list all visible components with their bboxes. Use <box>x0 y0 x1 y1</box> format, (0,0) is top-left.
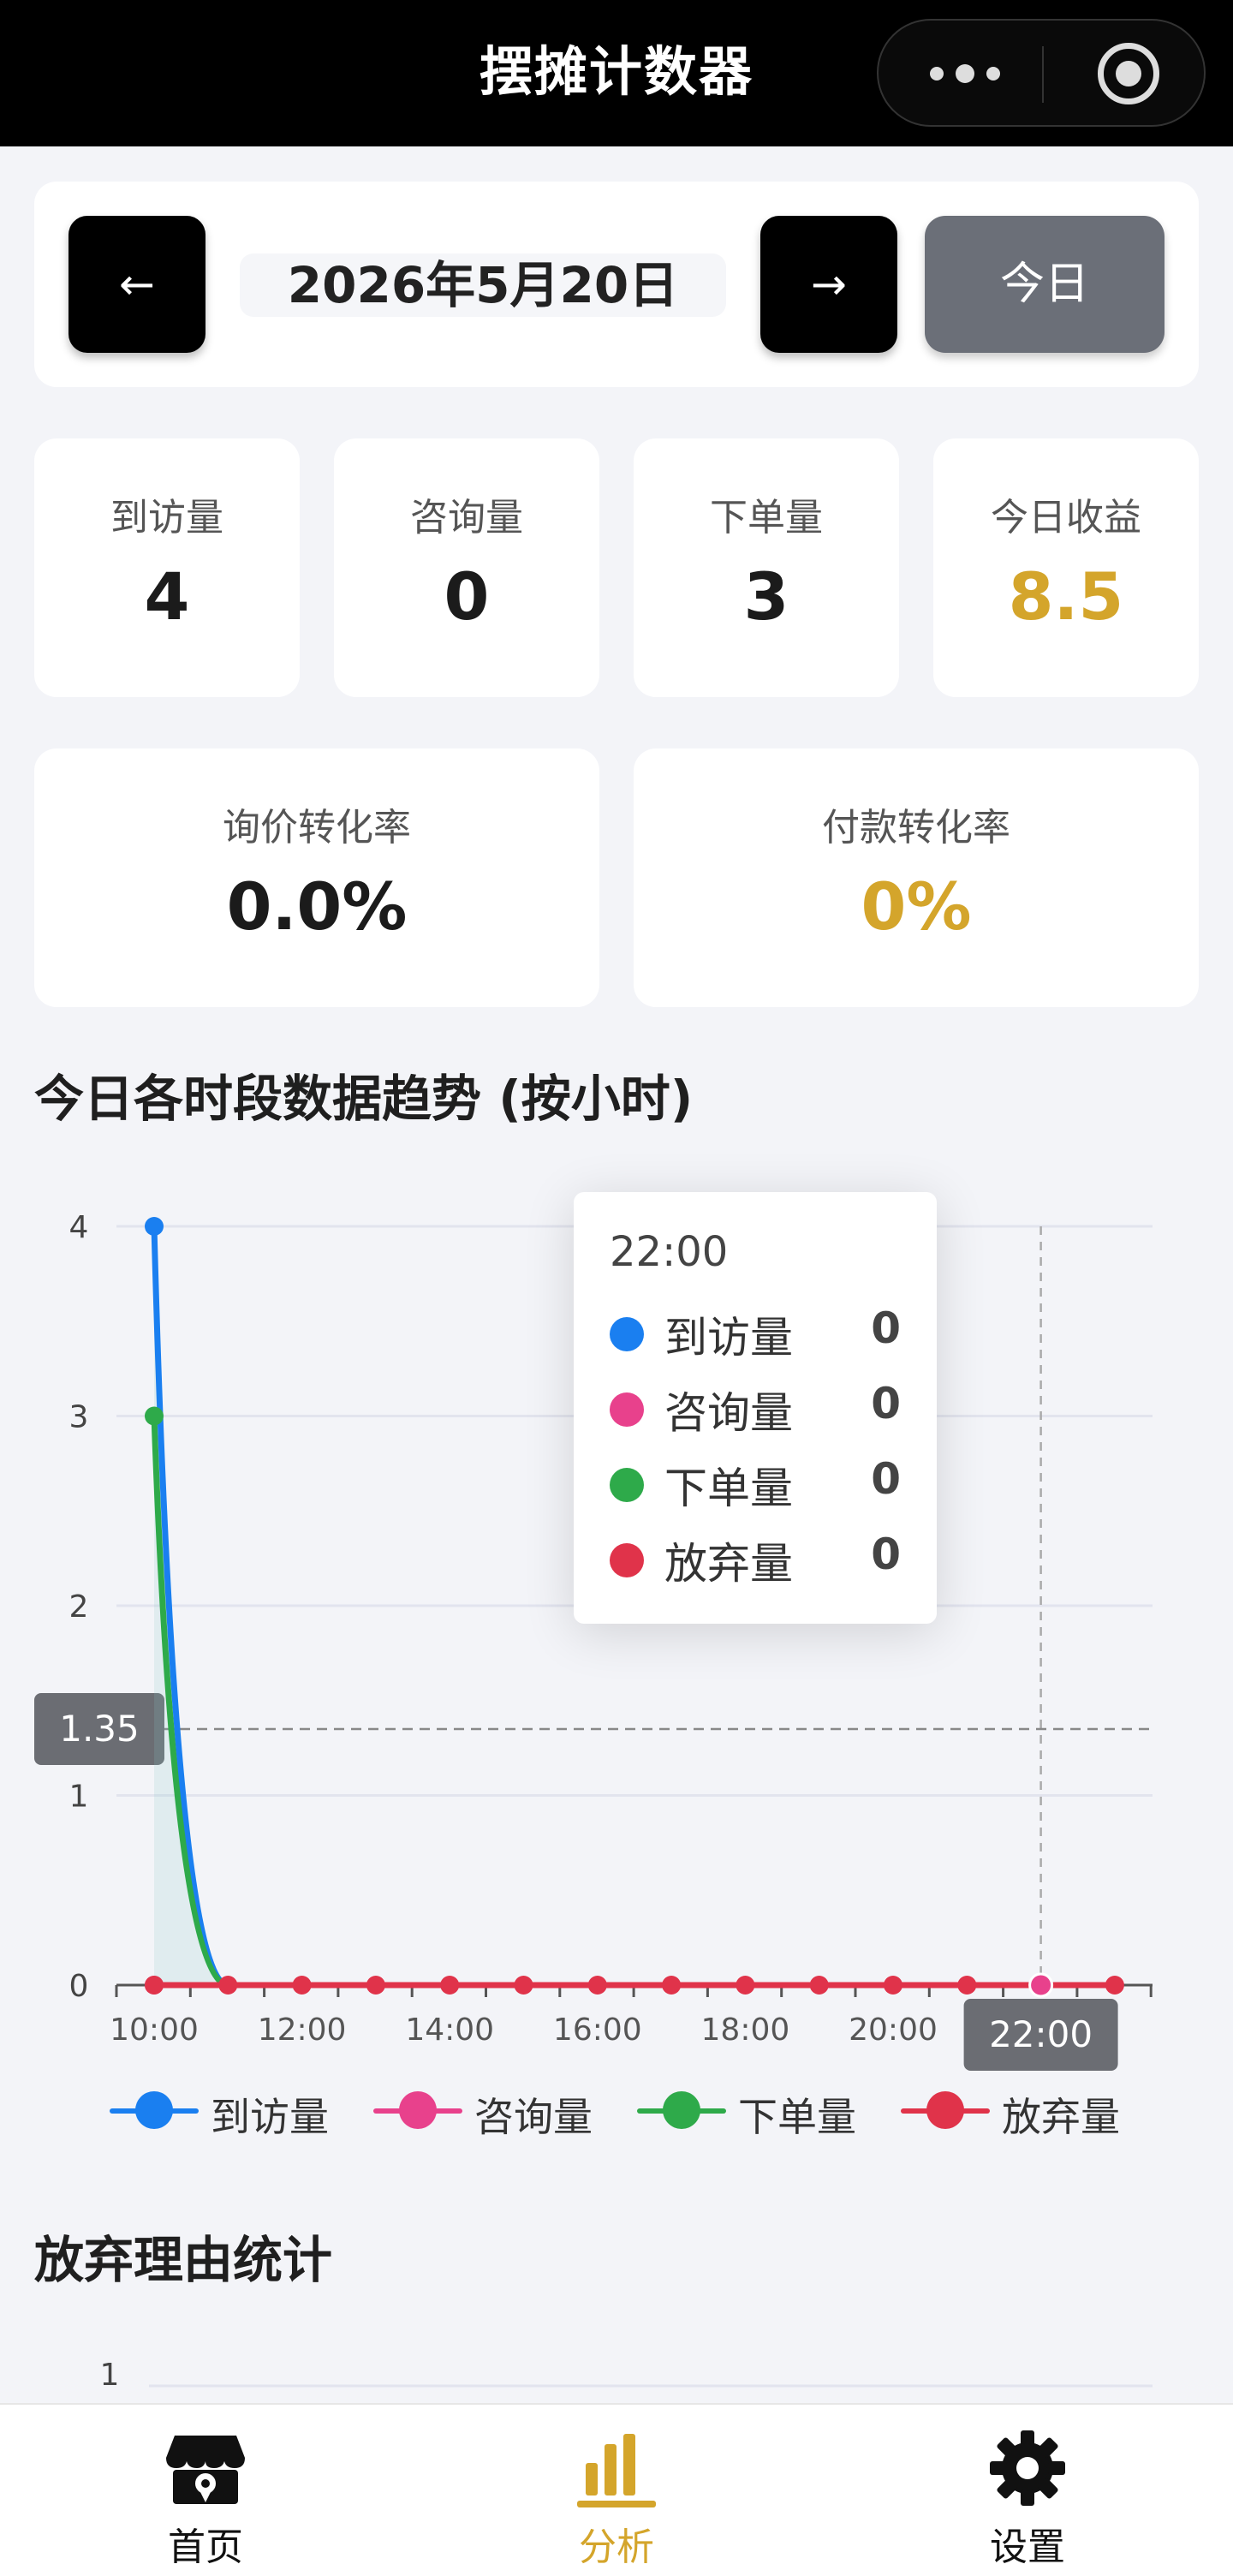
legend-label: 放弃量 <box>1002 2094 1120 2140</box>
stat-label: 咨询量 <box>410 496 523 540</box>
x-tick-label: 20:00 <box>849 2012 938 2048</box>
x-tick-label: 16:00 <box>553 2012 642 2048</box>
stat-value: 4 <box>144 558 190 635</box>
capsule-divider <box>1042 46 1044 103</box>
trend-section-title: 今日各时段数据趋势 (按小时) <box>34 1070 694 1128</box>
tooltip-series-name: 下单量 <box>664 1464 793 1513</box>
tooltip-row: 下单量 0 <box>610 1451 901 1513</box>
prev-day-button[interactable]: ← <box>68 216 206 353</box>
bottom-tab-bar: 首页 分析 设置 <box>0 2403 1233 2576</box>
data-point <box>1105 1976 1124 1995</box>
series-dot-icon <box>610 1468 644 1502</box>
stat-label: 今日收益 <box>991 496 1141 540</box>
gear-icon <box>990 2430 1065 2506</box>
tooltip-series-value: 0 <box>871 1303 901 1353</box>
y-tick-label: 1 <box>69 1780 89 1815</box>
more-icon[interactable] <box>930 60 1000 87</box>
stat-card-visits: 到访量 4 <box>34 438 300 697</box>
abandon-reasons-chart: 1 <box>100 2358 1153 2393</box>
data-point <box>366 1976 385 1995</box>
rate-label: 付款转化率 <box>822 806 1010 850</box>
data-point <box>145 1217 164 1236</box>
tab-settings[interactable]: 设置 <box>916 2405 1139 2576</box>
x-tick-label: 12:00 <box>258 2012 347 2048</box>
stat-value: 0 <box>444 558 490 635</box>
crosshair-x-label: 22:00 <box>989 2013 1093 2055</box>
bar-chart-icon <box>577 2434 656 2507</box>
tooltip-series-name: 放弃量 <box>664 1539 793 1589</box>
top-navigation-bar: 摆摊计数器 <box>0 0 1233 146</box>
highlight-point <box>1028 1972 1054 1998</box>
stat-value: 8.5 <box>1008 558 1124 635</box>
x-tick-label: 14:00 <box>405 2012 494 2048</box>
y-tick-label: 4 <box>69 1210 89 1245</box>
rate-label: 询价转化率 <box>223 806 411 850</box>
y-tick-label: 1 <box>100 2358 120 2393</box>
series-dot-icon <box>610 1317 644 1351</box>
tooltip-series-value: 0 <box>871 1454 901 1504</box>
legend-dot-icon <box>926 2091 964 2129</box>
stat-card-inquiries: 咨询量 0 <box>334 438 599 697</box>
tab-analysis[interactable]: 分析 <box>505 2405 728 2576</box>
data-point <box>587 1976 607 1995</box>
data-point <box>145 1406 164 1426</box>
tooltip-row: 咨询量 0 <box>610 1375 901 1438</box>
data-point <box>884 1976 902 1995</box>
data-point <box>662 1976 682 1995</box>
mini-program-capsule <box>877 19 1206 127</box>
data-point <box>292 1976 312 1995</box>
rate-card-inquiry-conversion: 询价转化率 0.0% <box>34 748 599 1007</box>
crosshair-y-label: 1.35 <box>59 1708 140 1750</box>
data-point <box>145 1976 164 1995</box>
legend-label: 咨询量 <box>474 2094 593 2140</box>
stat-card-orders: 下单量 3 <box>634 438 899 697</box>
x-tick-label: 10:00 <box>110 2012 199 2048</box>
x-tick-label: 18:00 <box>701 2012 790 2048</box>
chart-tooltip: 22:00 到访量 0 咨询量 0 下单量 0 放弃量 0 <box>574 1192 937 1624</box>
tooltip-row: 放弃量 0 <box>610 1526 901 1589</box>
data-point <box>514 1976 533 1995</box>
rate-value: 0.0% <box>226 868 408 945</box>
tooltip-series-name: 到访量 <box>664 1313 793 1363</box>
current-date[interactable]: 2026年5月20日 <box>240 253 726 317</box>
date-navigation-card: ← 2026年5月20日 → 今日 <box>34 182 1199 387</box>
stat-value: 3 <box>743 558 789 635</box>
abandon-section-title: 放弃理由统计 <box>34 2231 333 2289</box>
rate-card-payment-conversion: 付款转化率 0% <box>634 748 1199 1007</box>
series-dot-icon <box>610 1392 644 1427</box>
series-dot-icon <box>610 1543 644 1577</box>
y-tick-label: 2 <box>69 1589 89 1625</box>
target-icon[interactable] <box>1098 43 1159 104</box>
data-point <box>957 1976 977 1995</box>
y-tick-label: 3 <box>69 1400 89 1435</box>
legend-label: 下单量 <box>738 2094 856 2140</box>
tab-label: 分析 <box>579 2525 654 2569</box>
next-day-button[interactable]: → <box>760 216 897 353</box>
data-point <box>218 1976 238 1995</box>
data-point <box>440 1976 460 1995</box>
legend-label: 到访量 <box>211 2094 329 2140</box>
tooltip-series-value: 0 <box>871 1379 901 1428</box>
tab-label: 设置 <box>990 2525 1065 2569</box>
tab-home[interactable]: 首页 <box>94 2405 317 2576</box>
tooltip-row: 到访量 0 <box>610 1300 901 1363</box>
rate-value: 0% <box>861 868 972 945</box>
legend-dot-icon <box>399 2091 437 2129</box>
tooltip-series-value: 0 <box>871 1530 901 1579</box>
tab-label: 首页 <box>168 2525 243 2569</box>
tooltip-time: 22:00 <box>610 1228 729 1276</box>
shop-icon <box>166 2436 245 2504</box>
stat-label: 下单量 <box>710 496 823 540</box>
stat-label: 到访量 <box>110 496 223 540</box>
y-tick-label: 0 <box>69 1969 89 2004</box>
legend-dot-icon <box>663 2091 700 2129</box>
legend-dot-icon <box>135 2091 173 2129</box>
today-button[interactable]: 今日 <box>925 216 1164 353</box>
tooltip-series-name: 咨询量 <box>664 1388 793 1438</box>
stat-card-revenue: 今日收益 8.5 <box>933 438 1199 697</box>
data-point <box>809 1976 829 1995</box>
data-point <box>736 1976 755 1995</box>
